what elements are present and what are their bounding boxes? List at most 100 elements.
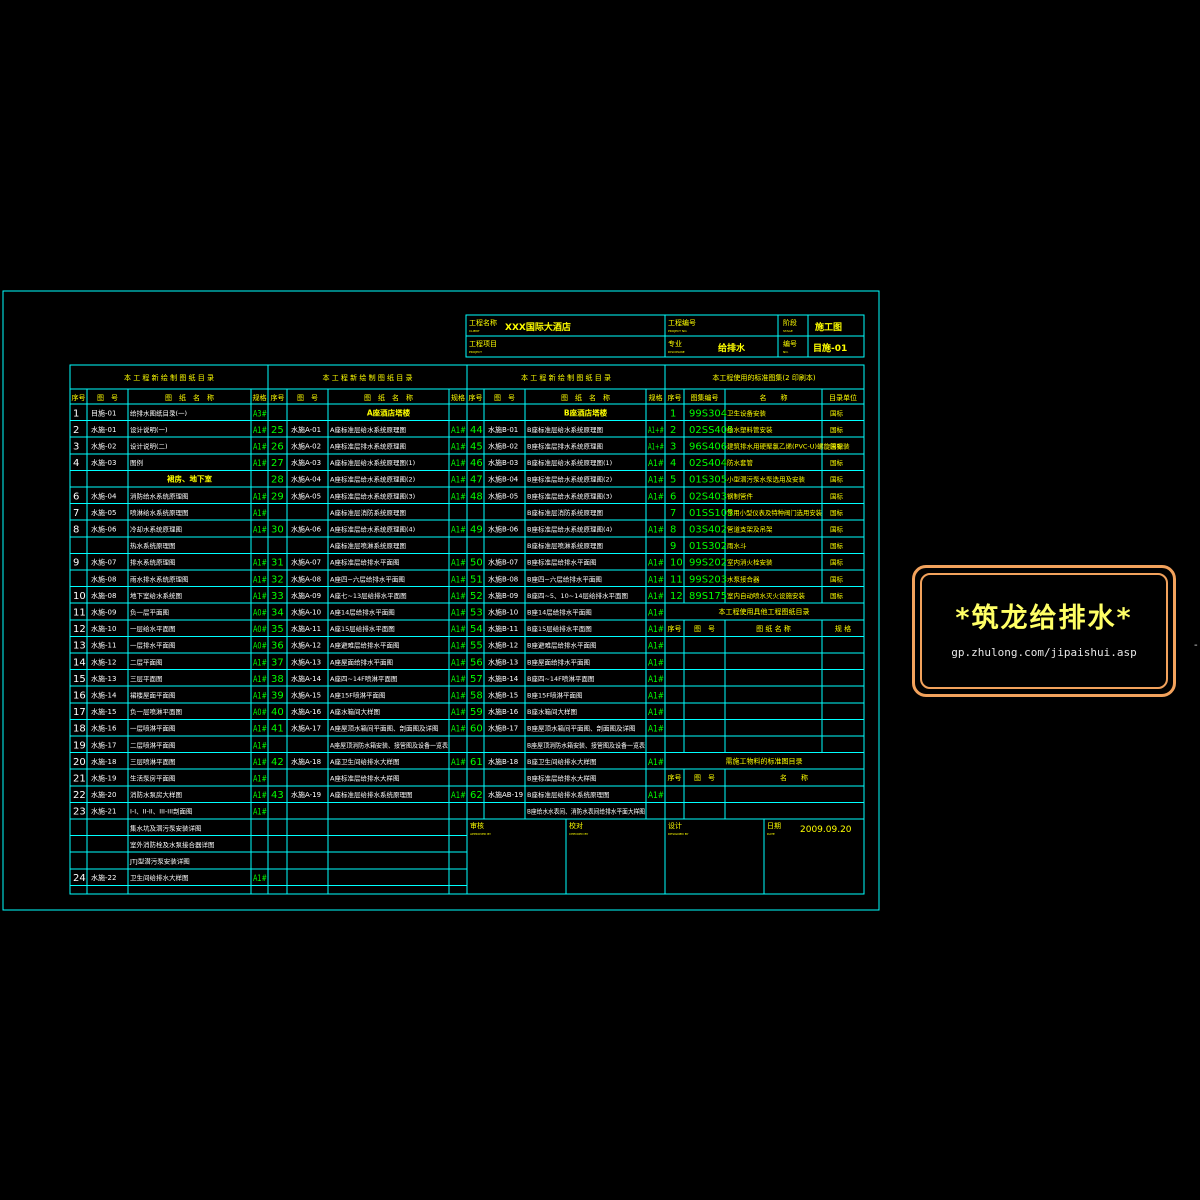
column-header: 序号 (668, 773, 682, 782)
drawing-spec: A1# (253, 808, 267, 818)
std-number: 2 (670, 425, 676, 436)
drawing-spec: A1# (253, 492, 267, 502)
drawing-name: A座15层给排水平面图 (330, 624, 395, 633)
std-name: 管道支架及吊架 (727, 524, 773, 533)
row-number: 43 (271, 790, 284, 801)
drawing-spec: A1# (648, 658, 664, 668)
column-header: 序号 (668, 624, 682, 633)
drawing-spec: A1# (253, 791, 267, 801)
drawing-spec: A1# (451, 642, 466, 652)
row-number: 57 (470, 674, 483, 685)
row-number: 17 (73, 707, 86, 718)
row-number: 31 (271, 558, 284, 569)
drawing-name: 一层喷淋平面图 (130, 724, 176, 733)
drawing-name: A座卫生间给排水大样图 (330, 757, 399, 766)
drawing-code: 水施A-06 (291, 524, 322, 533)
no-sub: NO. (783, 350, 788, 354)
drawing-name: 二层平面图 (130, 658, 163, 666)
drawing-name: 设计说明(一) (130, 425, 168, 434)
std-code: 01S305 (689, 475, 727, 486)
drawing-code: 水施B-03 (488, 458, 518, 467)
std-unit: 国标 (830, 408, 844, 417)
drawing-code: 水施B-08 (488, 574, 518, 583)
std-name: 卫生设备安装 (727, 408, 767, 417)
column-header: 序号 (72, 393, 86, 402)
drawing-spec: A0# (253, 708, 267, 718)
drawing-name: 裙楼屋面平面图 (130, 690, 176, 699)
drawing-code: 水施B-09 (488, 591, 518, 600)
drawing-spec: A0# (253, 625, 267, 635)
drawing-code: 水施A-02 (291, 441, 321, 450)
drawing-name: A座屋顶水箱间平面图、剖面图及详图 (330, 724, 438, 733)
std-number: 7 (670, 508, 676, 519)
project-label: 工程项目 (469, 339, 497, 348)
drawing-code: 目施-01 (91, 408, 116, 417)
drawing-code: 水施-06 (91, 524, 117, 533)
drawing-code: 水施B-15 (488, 690, 518, 699)
drawing-name: 消防水泵房大样图 (130, 790, 182, 799)
drawing-code: 水施A-19 (291, 790, 321, 799)
client-label: 工程名称 (469, 318, 497, 327)
drawing-name: 排水系统原理图 (130, 558, 176, 567)
drawing-code: 水施-12 (91, 657, 116, 666)
drawing-name: A座标准层给排水系统原理图 (330, 790, 412, 799)
row-number: 62 (470, 790, 483, 801)
row-number: 56 (470, 657, 483, 668)
column-header: 序号 (668, 393, 682, 402)
drawing-spec: A1# (253, 592, 267, 602)
row-number: 50 (470, 558, 483, 569)
std-number: 10 (670, 558, 683, 569)
drawing-spec: A1# (451, 592, 466, 602)
drawing-name: B座屋顶水箱间平面图、剖面图及详图 (527, 724, 635, 733)
row-number: 11 (73, 607, 86, 618)
row-number: 2 (73, 425, 79, 436)
project-sub: PROJECT (469, 350, 482, 354)
drawing-spec: A3# (253, 409, 267, 419)
drawing-spec: A1# (451, 691, 466, 701)
drawing-name: 一层排水平面图 (130, 641, 176, 650)
drawing-name: A座水箱间大样图 (330, 707, 380, 716)
client-sub: CLIENT (469, 329, 480, 333)
drawing-name: B座屋顶消防水箱安装、接管图及设备一览表 (527, 740, 645, 749)
column-header: 图集编号 (691, 393, 719, 402)
std-code: 99S304 (689, 408, 727, 419)
drawing-name: 雨水排水系统原理图 (130, 574, 189, 583)
drawing-name: A座四~六层给排水平面图 (330, 574, 405, 583)
approved-label: 审核 (470, 821, 484, 830)
column-header: 规格 (451, 393, 465, 402)
drawing-code: 水施-09 (91, 607, 116, 616)
row-number: 20 (73, 757, 86, 768)
drawing-spec: A1# (451, 559, 466, 569)
drawing-name: B座标准层给水系统原理图(2) (527, 475, 612, 484)
row-number: 1 (73, 408, 79, 419)
row-number: 8 (73, 524, 79, 535)
std-name: 防水套管 (727, 458, 754, 467)
drawing-code: 水施-16 (91, 724, 117, 733)
drawing-spec: A1# (253, 575, 267, 585)
column-header: 目录单位 (829, 393, 857, 402)
std-unit: 国标 (830, 508, 844, 517)
row-number: 59 (470, 707, 483, 718)
std-unit: 国标 (830, 491, 844, 500)
drawing-name: A座标准层给水系统原理图(4) (330, 524, 415, 533)
row-number: 22 (73, 790, 86, 801)
logo-url: gp.zhulong.com/jipaishui.asp (951, 646, 1137, 659)
drawing-code: 水施B-16 (488, 707, 519, 716)
stray-dash: - (1194, 640, 1198, 651)
drawing-name: B座15F喷淋平面图 (527, 690, 582, 699)
column-header: 图 号 (694, 774, 715, 782)
std-name: 钢制管件 (727, 491, 754, 500)
drawing-spec: A1# (253, 459, 267, 469)
std-name: 给水塑料管安装 (727, 425, 773, 434)
drawing-code: 水施B-04 (488, 475, 519, 484)
drawing-spec: A1# (253, 442, 267, 452)
drawing-name: B座标准层给水系统原理图 (527, 425, 603, 434)
column-header: 名 称 (760, 393, 788, 402)
std-number: 12 (670, 591, 683, 602)
drawing-spec: A1# (253, 725, 267, 735)
drawing-name: 集水坑及潜污泵安装详图 (130, 823, 202, 832)
section-title: 本 工 程 新 绘 制 图 纸 目 录 (322, 373, 412, 382)
drawing-name: B座标准层给水系统原理图(4) (527, 524, 612, 533)
checked-label: 校对 (569, 821, 583, 830)
std-unit: 国标 (830, 475, 844, 484)
